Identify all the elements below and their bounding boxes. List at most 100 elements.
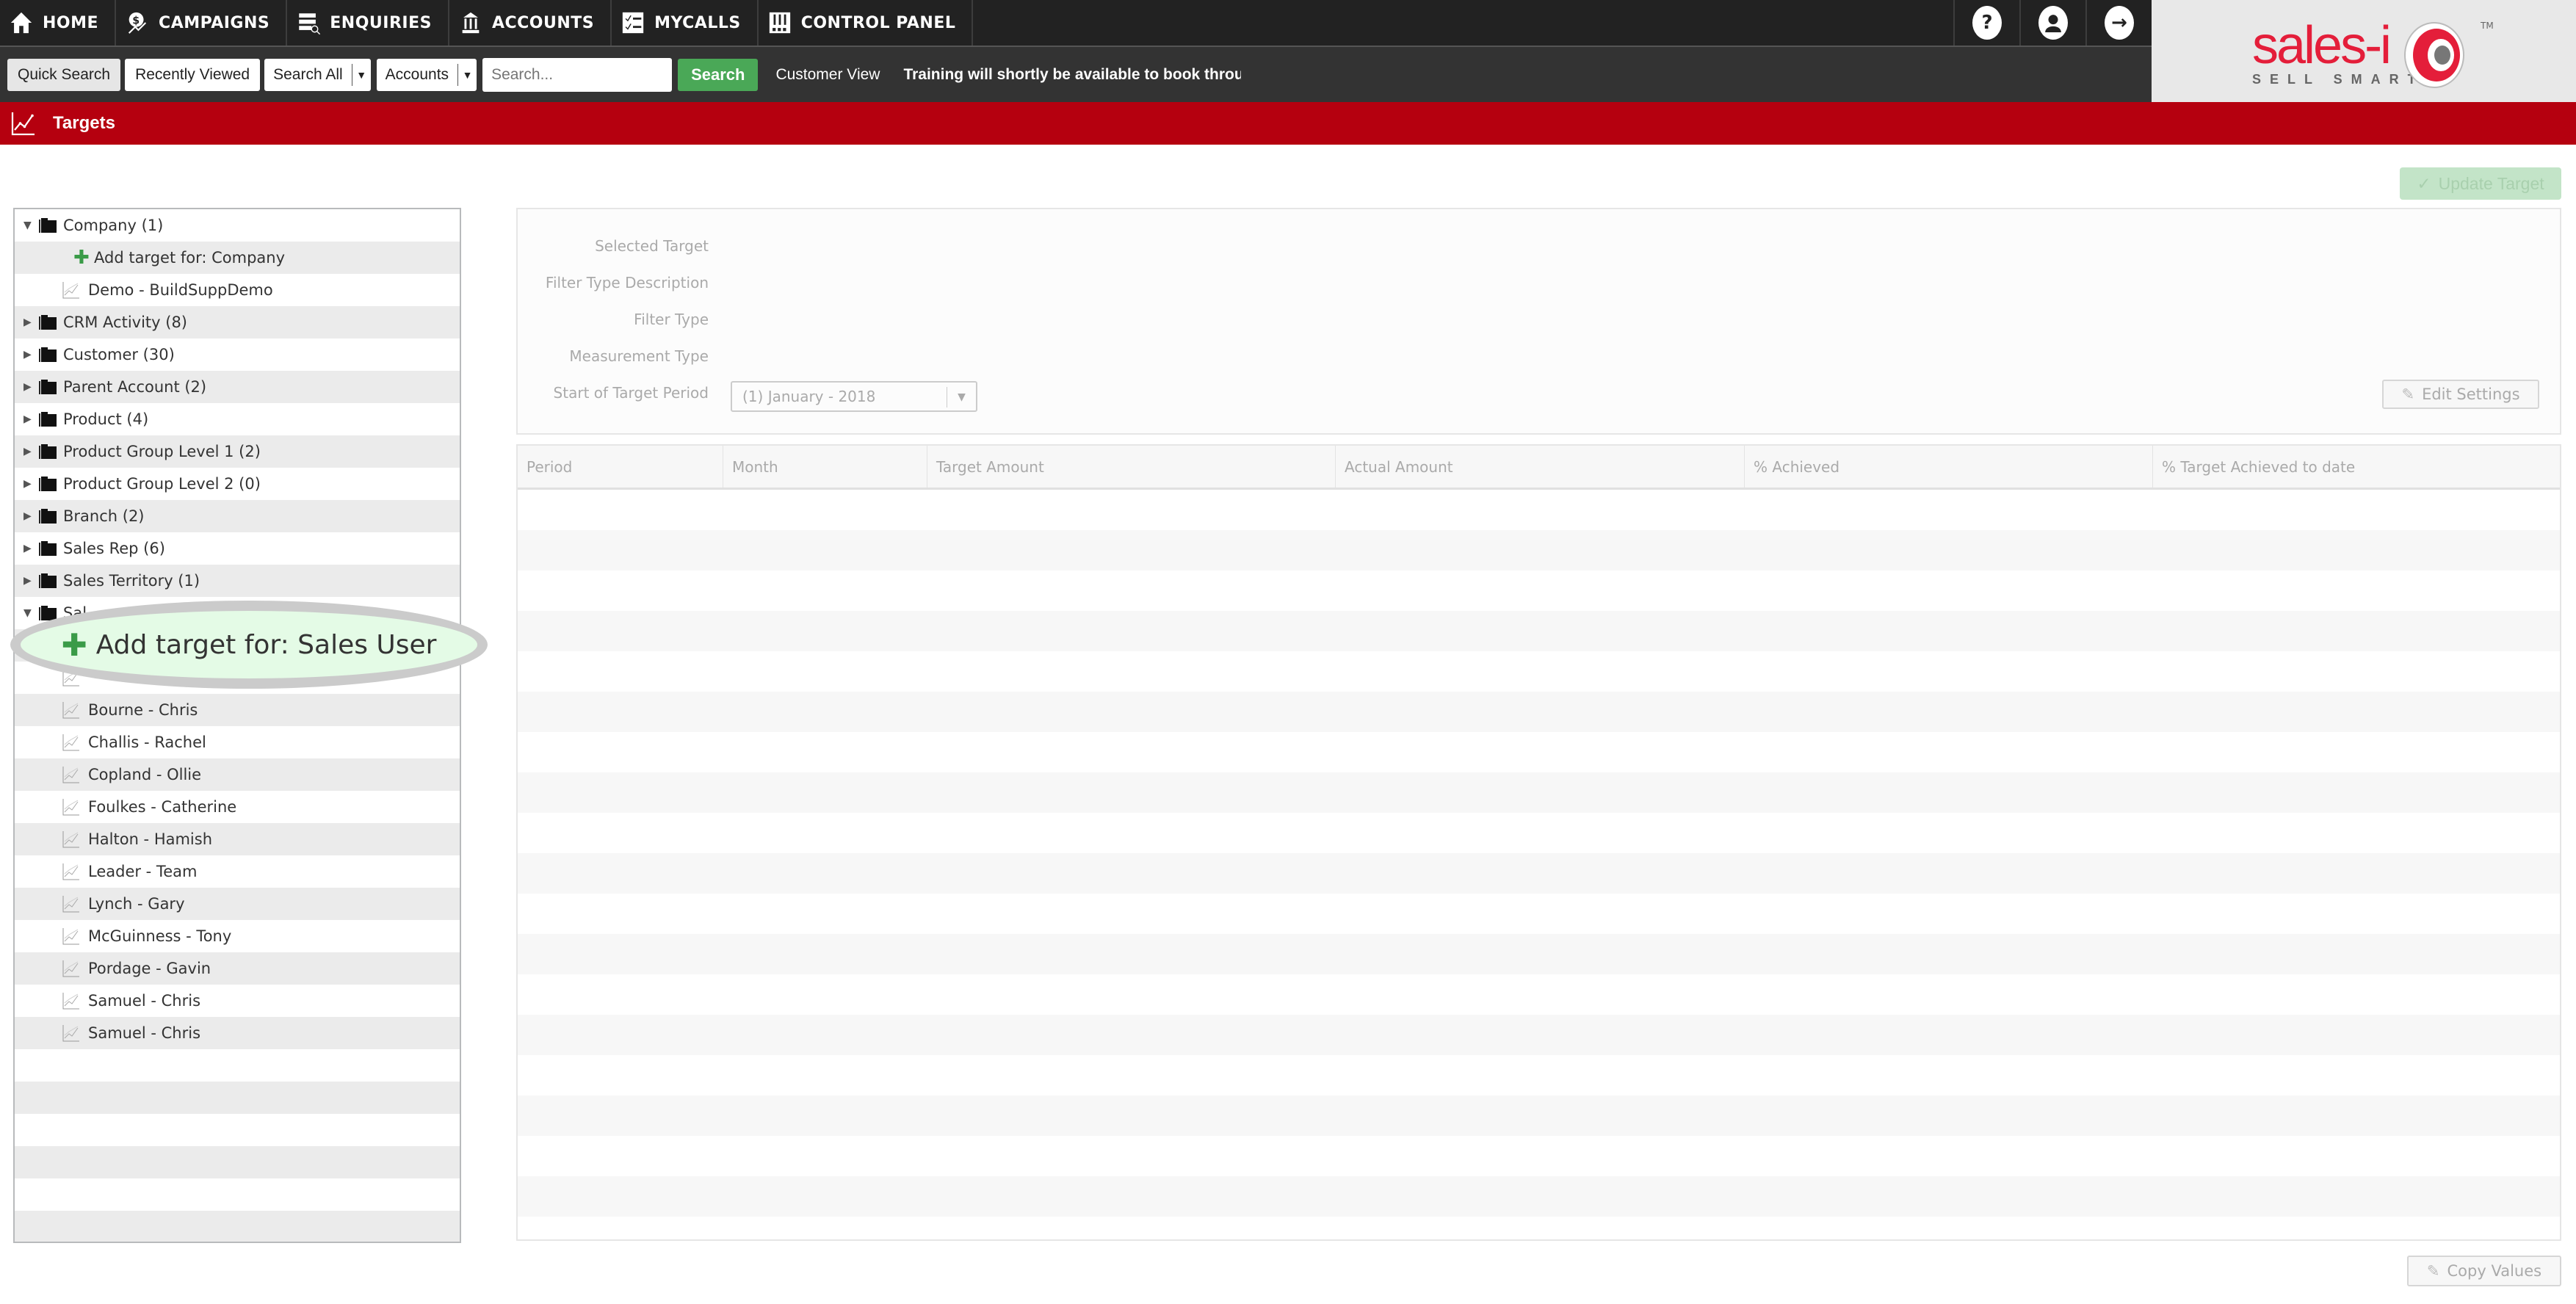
table-body (518, 490, 2560, 1239)
tree-target-item[interactable]: Samuel - Chris (15, 985, 460, 1017)
tree-target-item[interactable]: Copland - Ollie (15, 758, 460, 791)
search-input[interactable] (482, 57, 673, 92)
nav-accounts[interactable]: ACCOUNTS (449, 0, 612, 46)
search-button[interactable]: Search (678, 58, 759, 91)
target-tree[interactable]: ▼ Company (1) ✚ Add target for: Company Demo… (13, 208, 461, 1243)
brand-logo[interactable]: sales-i SELL SMART TM (2152, 0, 2576, 102)
tree-target-item[interactable]: Challis - Rachel (15, 726, 460, 758)
tree-folder[interactable]: ▶ Branch (2) (15, 500, 460, 532)
customer-view-link[interactable]: Customer View (775, 66, 880, 84)
tree-target-item[interactable]: Halton - Hamish (15, 823, 460, 855)
nav-enquiries[interactable]: ENQUIRIES (287, 0, 449, 46)
caret-right-icon[interactable]: ▶ (23, 349, 34, 361)
table-row (518, 1217, 2560, 1239)
nav-control-panel-label: CONTROL PANEL (800, 13, 956, 32)
table-row (518, 490, 2560, 530)
quick-search-tab[interactable]: Quick Search (7, 58, 121, 91)
folder-icon (39, 477, 57, 491)
help-button[interactable]: ? (1953, 0, 2019, 46)
table-row (518, 772, 2560, 813)
folder-icon (39, 315, 57, 330)
caret-right-icon[interactable]: ▶ (23, 478, 34, 490)
tree-add-target[interactable]: ✚ Add target for: Company (15, 242, 460, 274)
add-target-sales-user-highlight[interactable]: ✚ Add target for: Sales User (10, 601, 488, 689)
profile-button[interactable] (2019, 0, 2085, 46)
recently-viewed-tab[interactable]: Recently Viewed (125, 58, 261, 91)
logo-tagline: SELL SMART (2252, 72, 2425, 87)
col-actual-amount[interactable]: Actual Amount (1336, 446, 1745, 488)
tree-folder[interactable]: ▶ Product (4) (15, 403, 460, 435)
tree-folder-label: Sales Rep (6) (63, 540, 165, 557)
target-chart-icon (62, 702, 79, 719)
caret-down-icon[interactable]: ▼ (23, 607, 34, 619)
filter-type-description-label: Filter Type Description (545, 274, 709, 291)
caret-right-icon[interactable]: ▶ (23, 381, 34, 393)
tree-folder-label: Product (4) (63, 410, 149, 428)
col-target-amount[interactable]: Target Amount (927, 446, 1336, 488)
tree-folder-label: Product Group Level 1 (2) (63, 443, 261, 460)
tree-target-label: Foulkes - Catherine (88, 798, 237, 816)
tree-target-item[interactable]: Leader - Team (15, 855, 460, 888)
target-chart-icon (62, 734, 79, 751)
tree-target-item[interactable]: Foulkes - Catherine (15, 791, 460, 823)
search-type-select[interactable]: Accounts ▼ (376, 58, 477, 91)
tree-target-label: Halton - Hamish (88, 830, 213, 848)
caret-down-icon[interactable]: ▼ (23, 220, 34, 231)
nav-control-panel[interactable]: CONTROL PANEL (759, 0, 974, 46)
caret-right-icon[interactable]: ▶ (23, 446, 34, 457)
table-row (518, 1176, 2560, 1217)
col-percent-achieved[interactable]: % Achieved (1745, 446, 2153, 488)
col-month[interactable]: Month (723, 446, 927, 488)
caret-right-icon[interactable]: ▶ (23, 575, 34, 587)
tree-folder[interactable]: ▶ Parent Account (2) (15, 371, 460, 403)
col-period[interactable]: Period (518, 446, 723, 488)
tree-folder[interactable]: ▼ Company (1) (15, 209, 460, 242)
tree-folder[interactable]: ▶ Customer (30) (15, 338, 460, 371)
tree-target-item[interactable]: McGuinness - Tony (15, 920, 460, 952)
nav-mycalls-label: MYCALLS (654, 13, 741, 32)
caret-right-icon[interactable]: ▶ (23, 413, 34, 425)
nav-home-label: HOME (43, 13, 99, 32)
caret-right-icon[interactable]: ▶ (23, 543, 34, 554)
enquiries-icon (299, 13, 321, 35)
tree-folder-label: Product Group Level 2 (0) (63, 475, 261, 493)
tree-target-item[interactable]: Samuel - Chris (15, 1017, 460, 1049)
user-icon (2038, 6, 2068, 40)
caret-right-icon[interactable]: ▶ (23, 316, 34, 328)
edit-settings-button[interactable]: ✎ Edit Settings (2382, 380, 2539, 409)
accounts-icon (462, 12, 480, 34)
nav-campaigns[interactable]: $ CAMPAIGNS (116, 0, 288, 46)
caret-right-icon[interactable]: ▶ (23, 510, 34, 522)
logo-target-icon (2404, 22, 2464, 88)
tree-target-label: Copland - Ollie (88, 766, 202, 783)
update-target-button[interactable]: ✓ Update Target (2400, 167, 2561, 200)
logout-button[interactable]: → (2085, 0, 2152, 46)
tree-folder[interactable]: ▶ Product Group Level 1 (2) (15, 435, 460, 468)
folder-icon (39, 412, 57, 427)
tree-folder[interactable]: ▶ CRM Activity (8) (15, 306, 460, 338)
tree-folder[interactable]: ▶ Sales Territory (1) (15, 565, 460, 597)
tree-target-item[interactable]: Bourne - Chris (15, 694, 460, 726)
tree-target-item[interactable]: Demo - BuildSuppDemo (15, 274, 460, 306)
target-chart-icon (62, 282, 79, 299)
target-chart-icon (62, 767, 79, 783)
announcement-ticker: Training will shortly be available to bo… (903, 65, 1242, 83)
logo-trademark: TM (2481, 21, 2494, 31)
pencil-icon: ✎ (2426, 1262, 2440, 1280)
table-header: Period Month Target Amount Actual Amount… (518, 446, 2560, 490)
nav-home[interactable]: HOME (0, 0, 117, 46)
tree-target-item[interactable]: Pordage - Gavin (15, 952, 460, 985)
nav-mycalls[interactable]: MYCALLS (612, 0, 759, 46)
tree-empty-row (15, 1178, 460, 1211)
copy-values-button[interactable]: ✎ Copy Values (2407, 1256, 2561, 1286)
start-period-select[interactable]: (1) January - 2018 ▼ (731, 381, 977, 412)
svg-text:$: $ (132, 15, 140, 26)
tree-folder[interactable]: ▶ Sales Rep (6) (15, 532, 460, 565)
tree-target-label: McGuinness - Tony (88, 927, 232, 945)
search-scope-select[interactable]: Search All ▼ (264, 58, 371, 91)
target-chart-icon (62, 993, 79, 1010)
col-percent-target-achieved-to-date[interactable]: % Target Achieved to date (2153, 446, 2560, 488)
tree-target-item[interactable]: Lynch - Gary (15, 888, 460, 920)
nav-accounts-label: ACCOUNTS (491, 13, 595, 32)
tree-folder[interactable]: ▶ Product Group Level 2 (0) (15, 468, 460, 500)
